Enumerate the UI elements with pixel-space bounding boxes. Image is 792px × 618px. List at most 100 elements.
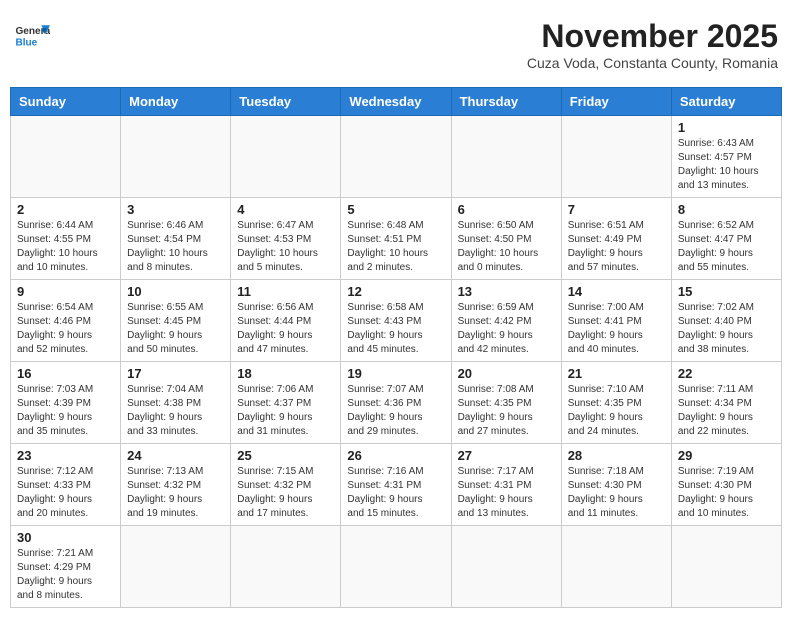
calendar-cell: 21 Sunrise: 7:10 AM Sunset: 4:35 PM Dayli…	[561, 362, 671, 444]
calendar-cell: 28 Sunrise: 7:18 AM Sunset: 4:30 PM Dayli…	[561, 444, 671, 526]
calendar-cell: 26Sunrise: 7:16 AM Sunset: 4:31 PM Dayli…	[341, 444, 451, 526]
weekday-header-row: SundayMondayTuesdayWednesdayThursdayFrid…	[11, 88, 782, 116]
day-number: 7	[568, 202, 665, 217]
day-info: Sunrise: 7:21 AM Sunset: 4:29 PM Dayligh…	[17, 547, 114, 603]
calendar-cell: 4Sunrise: 6:47 AM Sunset: 4:53 PM Daylig…	[231, 198, 341, 280]
day-number: 22	[678, 366, 775, 381]
calendar-subtitle: Cuza Voda, Constanta County, Romania	[527, 55, 778, 71]
day-number: 20	[458, 366, 555, 381]
day-number: 14	[568, 284, 665, 299]
day-info: Sunrise: 7:10 AM Sunset: 4:35 PM Dayligh…	[568, 383, 665, 439]
calendar-cell: 14 Sunrise: 7:00 AM Sunset: 4:41 PM Dayli…	[561, 280, 671, 362]
day-info: Sunrise: 7:11 AM Sunset: 4:34 PM Dayligh…	[678, 383, 775, 439]
day-info: Sunrise: 6:50 AM Sunset: 4:50 PM Dayligh…	[458, 219, 555, 275]
day-info: Sunrise: 7:08 AM Sunset: 4:35 PM Dayligh…	[458, 383, 555, 439]
calendar-cell: 12Sunrise: 6:58 AM Sunset: 4:43 PM Dayli…	[341, 280, 451, 362]
weekday-header-tuesday: Tuesday	[231, 88, 341, 116]
calendar-cell: 22 Sunrise: 7:11 AM Sunset: 4:34 PM Dayli…	[671, 362, 781, 444]
day-info: Sunrise: 7:19 AM Sunset: 4:30 PM Dayligh…	[678, 465, 775, 521]
day-info: Sunrise: 6:46 AM Sunset: 4:54 PM Dayligh…	[127, 219, 224, 275]
calendar-cell	[11, 116, 121, 198]
day-number: 15	[678, 284, 775, 299]
logo-icon: General Blue	[14, 18, 50, 54]
day-info: Sunrise: 6:52 AM Sunset: 4:47 PM Dayligh…	[678, 219, 775, 275]
calendar-cell: 2Sunrise: 6:44 AM Sunset: 4:55 PM Daylig…	[11, 198, 121, 280]
day-info: Sunrise: 7:04 AM Sunset: 4:38 PM Dayligh…	[127, 383, 224, 439]
day-info: Sunrise: 7:00 AM Sunset: 4:41 PM Dayligh…	[568, 301, 665, 357]
calendar-cell: 13 Sunrise: 6:59 AM Sunset: 4:42 PM Dayli…	[451, 280, 561, 362]
weekday-header-wednesday: Wednesday	[341, 88, 451, 116]
calendar-cell	[341, 526, 451, 608]
day-info: Sunrise: 7:02 AM Sunset: 4:40 PM Dayligh…	[678, 301, 775, 357]
calendar-table: SundayMondayTuesdayWednesdayThursdayFrid…	[10, 87, 782, 608]
weekday-header-saturday: Saturday	[671, 88, 781, 116]
day-number: 11	[237, 284, 334, 299]
calendar-title: November 2025	[527, 18, 778, 55]
day-number: 8	[678, 202, 775, 217]
calendar-cell: 1 Sunrise: 6:43 AM Sunset: 4:57 PM Daylig…	[671, 116, 781, 198]
calendar-cell: 11Sunrise: 6:56 AM Sunset: 4:44 PM Dayli…	[231, 280, 341, 362]
weekday-header-friday: Friday	[561, 88, 671, 116]
calendar-cell	[121, 116, 231, 198]
day-info: Sunrise: 6:58 AM Sunset: 4:43 PM Dayligh…	[347, 301, 444, 357]
day-number: 27	[458, 448, 555, 463]
day-info: Sunrise: 7:03 AM Sunset: 4:39 PM Dayligh…	[17, 383, 114, 439]
day-info: Sunrise: 6:59 AM Sunset: 4:42 PM Dayligh…	[458, 301, 555, 357]
logo: General Blue	[14, 18, 50, 54]
calendar-cell: 10 Sunrise: 6:55 AM Sunset: 4:45 PM Dayli…	[121, 280, 231, 362]
calendar-cell: 17Sunrise: 7:04 AM Sunset: 4:38 PM Dayli…	[121, 362, 231, 444]
calendar-cell	[341, 116, 451, 198]
day-number: 30	[17, 530, 114, 545]
day-info: Sunrise: 7:12 AM Sunset: 4:33 PM Dayligh…	[17, 465, 114, 521]
day-info: Sunrise: 6:54 AM Sunset: 4:46 PM Dayligh…	[17, 301, 114, 357]
day-info: Sunrise: 7:16 AM Sunset: 4:31 PM Dayligh…	[347, 465, 444, 521]
day-number: 1	[678, 120, 775, 135]
calendar-cell	[671, 526, 781, 608]
calendar-cell: 24Sunrise: 7:13 AM Sunset: 4:32 PM Dayli…	[121, 444, 231, 526]
calendar-cell	[561, 526, 671, 608]
day-info: Sunrise: 7:15 AM Sunset: 4:32 PM Dayligh…	[237, 465, 334, 521]
calendar-cell: 9 Sunrise: 6:54 AM Sunset: 4:46 PM Daylig…	[11, 280, 121, 362]
day-number: 6	[458, 202, 555, 217]
weekday-header-thursday: Thursday	[451, 88, 561, 116]
day-number: 16	[17, 366, 114, 381]
day-number: 28	[568, 448, 665, 463]
calendar-header: General Blue November 2025 Cuza Voda, Co…	[10, 10, 782, 79]
day-number: 29	[678, 448, 775, 463]
day-number: 21	[568, 366, 665, 381]
calendar-cell: 20 Sunrise: 7:08 AM Sunset: 4:35 PM Dayli…	[451, 362, 561, 444]
day-info: Sunrise: 7:18 AM Sunset: 4:30 PM Dayligh…	[568, 465, 665, 521]
week-row-1: 1 Sunrise: 6:43 AM Sunset: 4:57 PM Daylig…	[11, 116, 782, 198]
calendar-cell	[121, 526, 231, 608]
day-number: 24	[127, 448, 224, 463]
day-number: 9	[17, 284, 114, 299]
calendar-cell: 3 Sunrise: 6:46 AM Sunset: 4:54 PM Daylig…	[121, 198, 231, 280]
day-info: Sunrise: 6:43 AM Sunset: 4:57 PM Dayligh…	[678, 137, 775, 193]
week-row-2: 2Sunrise: 6:44 AM Sunset: 4:55 PM Daylig…	[11, 198, 782, 280]
week-row-5: 23 Sunrise: 7:12 AM Sunset: 4:33 PM Dayli…	[11, 444, 782, 526]
calendar-cell: 7 Sunrise: 6:51 AM Sunset: 4:49 PM Daylig…	[561, 198, 671, 280]
day-number: 10	[127, 284, 224, 299]
day-number: 5	[347, 202, 444, 217]
day-info: Sunrise: 6:44 AM Sunset: 4:55 PM Dayligh…	[17, 219, 114, 275]
day-number: 13	[458, 284, 555, 299]
weekday-header-monday: Monday	[121, 88, 231, 116]
calendar-cell: 29 Sunrise: 7:19 AM Sunset: 4:30 PM Dayli…	[671, 444, 781, 526]
calendar-cell	[451, 116, 561, 198]
week-row-6: 30 Sunrise: 7:21 AM Sunset: 4:29 PM Dayli…	[11, 526, 782, 608]
calendar-cell: 18Sunrise: 7:06 AM Sunset: 4:37 PM Dayli…	[231, 362, 341, 444]
calendar-cell: 30 Sunrise: 7:21 AM Sunset: 4:29 PM Dayli…	[11, 526, 121, 608]
day-info: Sunrise: 7:06 AM Sunset: 4:37 PM Dayligh…	[237, 383, 334, 439]
day-info: Sunrise: 6:51 AM Sunset: 4:49 PM Dayligh…	[568, 219, 665, 275]
day-number: 25	[237, 448, 334, 463]
calendar-cell: 16 Sunrise: 7:03 AM Sunset: 4:39 PM Dayli…	[11, 362, 121, 444]
calendar-cell	[451, 526, 561, 608]
day-number: 23	[17, 448, 114, 463]
week-row-3: 9 Sunrise: 6:54 AM Sunset: 4:46 PM Daylig…	[11, 280, 782, 362]
day-info: Sunrise: 7:17 AM Sunset: 4:31 PM Dayligh…	[458, 465, 555, 521]
day-number: 4	[237, 202, 334, 217]
title-section: November 2025 Cuza Voda, Constanta Count…	[527, 18, 778, 71]
calendar-cell: 5Sunrise: 6:48 AM Sunset: 4:51 PM Daylig…	[341, 198, 451, 280]
day-number: 3	[127, 202, 224, 217]
day-info: Sunrise: 6:55 AM Sunset: 4:45 PM Dayligh…	[127, 301, 224, 357]
